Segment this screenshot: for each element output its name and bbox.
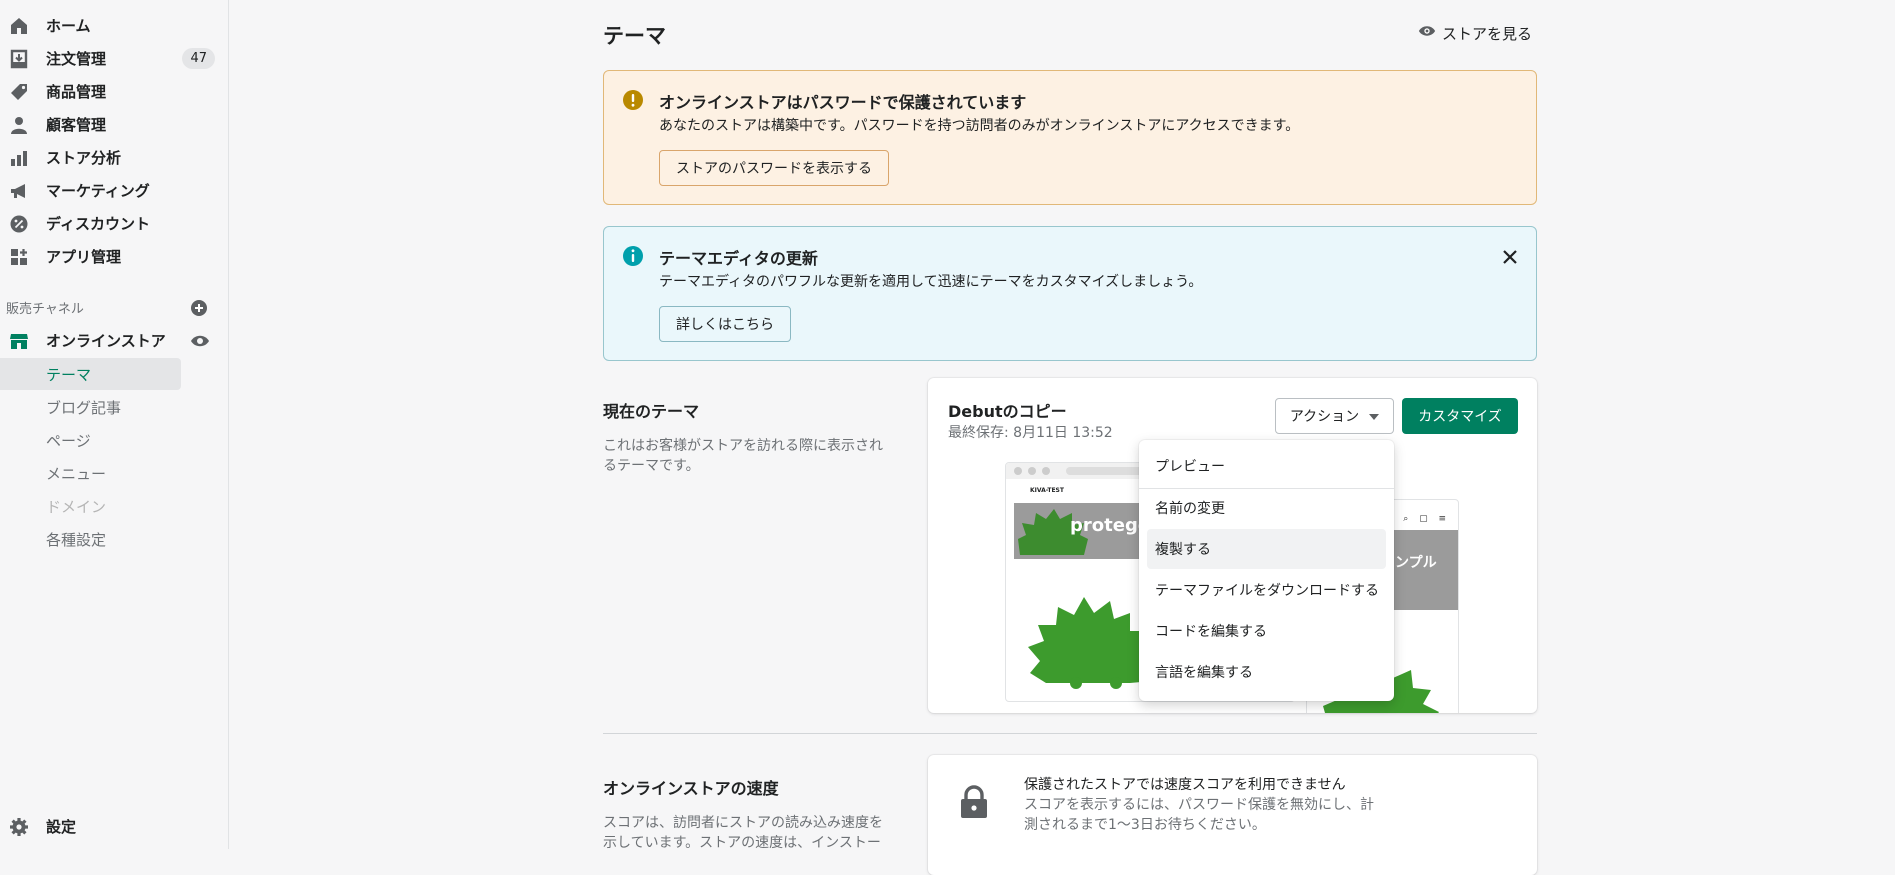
store-speed-description: スコアは、訪問者にストアの読み込み速度を示しています。ストアの速度は、インストー	[603, 815, 883, 851]
subnav-themes[interactable]: テーマ	[0, 358, 181, 390]
customer-icon	[9, 115, 29, 135]
current-theme-description: これはお客様がストアを訪れる際に表示されるテーマです。	[603, 438, 883, 474]
subnav-blog-posts[interactable]: ブログ記事	[0, 391, 181, 423]
menu-item-rename[interactable]: 名前の変更	[1147, 488, 1386, 528]
preview-store-name: KIVA-TEST	[1030, 487, 1064, 494]
nav-analytics[interactable]: ストア分析	[0, 141, 229, 174]
megaphone-icon	[9, 181, 29, 201]
nav-orders[interactable]: 注文管理 47	[0, 42, 229, 75]
nav-online-store[interactable]: オンラインストア	[0, 324, 229, 357]
nav-label: マーケティング	[46, 182, 150, 200]
banner-text: あなたのストアは構築中です。パスワードを持つ訪問者のみがオンラインストアにアクセ…	[659, 118, 1300, 134]
nav-label: ストア分析	[46, 149, 122, 167]
banner-title: オンラインストアはパスワードで保護されています	[659, 93, 1027, 112]
banner-text: テーマエディタのパワフルな更新を適用して迅速にテーマをカスタマイズしましょう。	[659, 274, 1203, 290]
store-speed-heading: オンラインストアの速度	[603, 779, 779, 798]
caret-down-icon	[1369, 408, 1380, 424]
nav-label: アプリ管理	[46, 248, 122, 266]
nav-settings[interactable]: 設定	[0, 810, 229, 843]
actions-label: アクション	[1289, 409, 1360, 425]
actions-dropdown-button[interactable]: アクション	[1275, 398, 1394, 434]
actions-menu: プレビュー 名前の変更 複製する テーマファイルをダウンロードする コードを編集…	[1139, 440, 1394, 701]
menu-item-edit-code[interactable]: コードを編集する	[1147, 611, 1386, 651]
page-title: テーマ	[603, 24, 666, 48]
nav-label: ディスカウント	[46, 215, 150, 233]
sidebar: ホーム 注文管理 47 商品管理 顧客管理 ストア分析 マーケティング ディスカ…	[0, 0, 229, 849]
theme-last-saved: 最終保存: 8月11日 13:52	[948, 425, 1113, 441]
speed-unavailable-text: スコアを表示するには、パスワード保護を無効にし、計測されるまで1〜3日お待ちくだ…	[1024, 797, 1374, 833]
password-protection-banner: オンラインストアはパスワードで保護されています あなたのストアは構築中です。パス…	[603, 70, 1537, 205]
theme-editor-update-banner: テーマエディタの更新 テーマエディタのパワフルな更新を適用して迅速にテーマをカス…	[603, 226, 1537, 361]
info-icon	[622, 245, 644, 267]
nav-label: ホーム	[46, 17, 91, 35]
discount-icon	[9, 214, 29, 234]
menu-item-download-theme-file[interactable]: テーマファイルをダウンロードする	[1147, 570, 1386, 610]
eye-icon	[1418, 22, 1436, 44]
subnav-preferences[interactable]: 各種設定	[0, 523, 181, 555]
sales-channels-label: 販売チャネル	[6, 302, 84, 317]
warning-icon	[622, 89, 644, 111]
tag-icon	[9, 82, 29, 102]
nav-discounts[interactable]: ディスカウント	[0, 207, 229, 240]
customize-button[interactable]: カスタマイズ	[1402, 398, 1518, 434]
banner-title: テーマエディタの更新	[659, 249, 818, 268]
nav-label: 顧客管理	[46, 116, 107, 134]
nav-label: 注文管理	[46, 50, 107, 68]
show-store-password-button[interactable]: ストアのパスワードを表示する	[659, 150, 889, 186]
subnav-navigation[interactable]: メニュー	[0, 457, 181, 489]
apps-icon	[9, 247, 29, 267]
nav-apps[interactable]: アプリ管理	[0, 240, 229, 273]
orders-count-badge: 47	[182, 48, 215, 69]
nav-products[interactable]: 商品管理	[0, 75, 229, 108]
nav-home[interactable]: ホーム	[0, 9, 229, 42]
preview-mobile-text: ンプル	[1395, 555, 1437, 571]
view-store-link[interactable]: ストアを見る	[1418, 22, 1532, 44]
mobile-header-icons: ⌕ ▢ ≡	[1403, 514, 1450, 524]
store-icon	[9, 331, 29, 351]
theme-name: Debutのコピー	[948, 402, 1067, 421]
section-divider	[603, 733, 1537, 734]
nav-marketing[interactable]: マーケティング	[0, 174, 229, 207]
current-theme-heading: 現在のテーマ	[603, 402, 700, 421]
menu-item-preview[interactable]: プレビュー	[1147, 446, 1386, 486]
add-channel-icon[interactable]	[190, 299, 208, 317]
gear-icon	[9, 817, 29, 837]
nav-label: 設定	[46, 818, 77, 836]
lock-icon	[958, 785, 990, 819]
menu-item-edit-languages[interactable]: 言語を編集する	[1147, 652, 1386, 692]
menu-item-duplicate[interactable]: 複製する	[1147, 529, 1386, 569]
subnav-pages[interactable]: ページ	[0, 424, 181, 456]
nav-label: オンラインストア	[46, 332, 166, 350]
store-speed-card: 保護されたストアでは速度スコアを利用できません スコアを表示するには、パスワード…	[928, 755, 1537, 875]
nav-label: 商品管理	[46, 83, 107, 101]
learn-more-button[interactable]: 詳しくはこちら	[659, 306, 791, 342]
close-icon[interactable]	[1500, 247, 1520, 267]
orders-icon	[9, 49, 29, 69]
eye-icon[interactable]	[190, 331, 210, 351]
speed-unavailable-title: 保護されたストアでは速度スコアを利用できません	[1024, 777, 1346, 793]
nav-customers[interactable]: 顧客管理	[0, 108, 229, 141]
analytics-icon	[9, 148, 29, 168]
view-store-label: ストアを見る	[1442, 24, 1533, 43]
subnav-domains: ドメイン	[46, 497, 107, 516]
home-icon	[9, 16, 29, 36]
